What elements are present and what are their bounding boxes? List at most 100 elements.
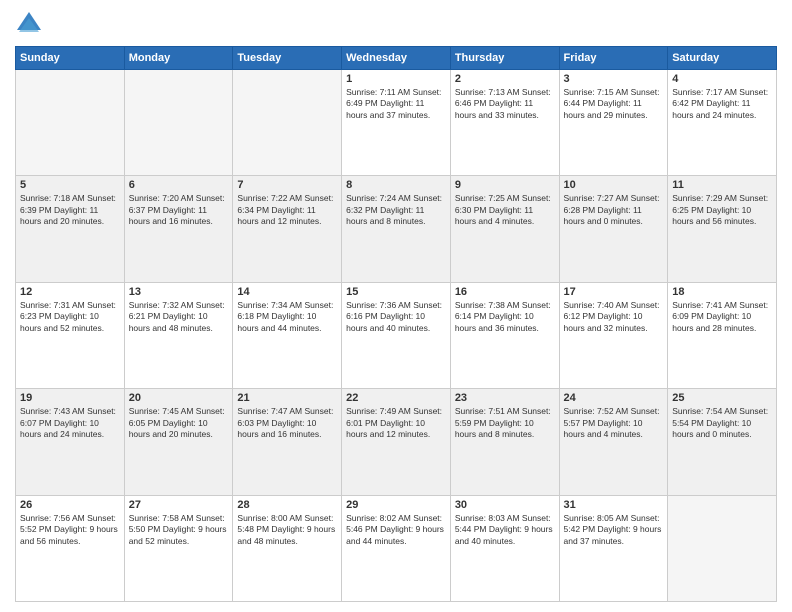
calendar-cell	[124, 70, 233, 176]
cell-info: Sunrise: 7:29 AM Sunset: 6:25 PM Dayligh…	[672, 193, 772, 227]
day-header-monday: Monday	[124, 47, 233, 70]
calendar-cell: 1 Sunrise: 7:11 AM Sunset: 6:49 PM Daylig…	[342, 70, 451, 176]
calendar-cell: 12Sunrise: 7:31 AM Sunset: 6:23 PM Dayli…	[16, 282, 125, 388]
calendar-week-4: 19 Sunrise: 7:43 AM Sunset: 6:07 PM Dayli…	[16, 389, 777, 495]
day-number: 19	[20, 392, 120, 404]
cell-info: Sunrise: 7:40 AM Sunset: 6:12 PM Dayligh…	[564, 300, 664, 334]
calendar-cell: 8 Sunrise: 7:24 AM Sunset: 6:32 PM Daylig…	[342, 176, 451, 282]
day-number: 12	[20, 286, 120, 298]
calendar-cell: 14 Sunrise: 7:34 AM Sunset: 6:18 PM Dayli…	[233, 282, 342, 388]
day-number: 8	[346, 179, 446, 191]
page: SundayMondayTuesdayWednesdayThursdayFrid…	[0, 0, 792, 612]
cell-info: Sunrise: 7:18 AM Sunset: 6:39 PM Dayligh…	[20, 193, 120, 227]
calendar-cell: 18 Sunrise: 7:41 AM Sunset: 6:09 PM Dayli…	[668, 282, 777, 388]
day-number: 7	[237, 179, 337, 191]
cell-info: Sunrise: 8:03 AM Sunset: 5:44 PM Dayligh…	[455, 513, 555, 547]
day-number: 29	[346, 499, 446, 511]
cell-info: Sunrise: 7:25 AM Sunset: 6:30 PM Dayligh…	[455, 193, 555, 227]
calendar-cell: 28 Sunrise: 8:00 AM Sunset: 5:48 PM Dayli…	[233, 495, 342, 601]
day-number: 3	[564, 73, 664, 85]
calendar-cell: 24Sunrise: 7:52 AM Sunset: 5:57 PM Dayli…	[559, 389, 668, 495]
calendar-cell: 6 Sunrise: 7:20 AM Sunset: 6:37 PM Daylig…	[124, 176, 233, 282]
calendar-cell: 13 Sunrise: 7:32 AM Sunset: 6:21 PM Dayli…	[124, 282, 233, 388]
day-header-tuesday: Tuesday	[233, 47, 342, 70]
calendar-cell: 29 Sunrise: 8:02 AM Sunset: 5:46 PM Dayli…	[342, 495, 451, 601]
calendar-table: SundayMondayTuesdayWednesdayThursdayFrid…	[15, 46, 777, 602]
cell-info: Sunrise: 7:32 AM Sunset: 6:21 PM Dayligh…	[129, 300, 229, 334]
calendar-cell: 27Sunrise: 7:58 AM Sunset: 5:50 PM Dayli…	[124, 495, 233, 601]
day-number: 21	[237, 392, 337, 404]
day-number: 27	[129, 499, 229, 511]
day-header-sunday: Sunday	[16, 47, 125, 70]
cell-info: Sunrise: 7:51 AM Sunset: 5:59 PM Dayligh…	[455, 406, 555, 440]
calendar-cell: 5 Sunrise: 7:18 AM Sunset: 6:39 PM Daylig…	[16, 176, 125, 282]
calendar-cell: 9 Sunrise: 7:25 AM Sunset: 6:30 PM Daylig…	[450, 176, 559, 282]
day-number: 1	[346, 73, 446, 85]
cell-info: Sunrise: 8:00 AM Sunset: 5:48 PM Dayligh…	[237, 513, 337, 547]
cell-info: Sunrise: 7:41 AM Sunset: 6:09 PM Dayligh…	[672, 300, 772, 334]
cell-info: Sunrise: 7:43 AM Sunset: 6:07 PM Dayligh…	[20, 406, 120, 440]
calendar-cell: 11 Sunrise: 7:29 AM Sunset: 6:25 PM Dayli…	[668, 176, 777, 282]
day-number: 25	[672, 392, 772, 404]
calendar-cell: 21Sunrise: 7:47 AM Sunset: 6:03 PM Dayli…	[233, 389, 342, 495]
day-number: 28	[237, 499, 337, 511]
day-header-friday: Friday	[559, 47, 668, 70]
logo	[15, 10, 47, 38]
cell-info: Sunrise: 7:49 AM Sunset: 6:01 PM Dayligh…	[346, 406, 446, 440]
calendar-cell	[233, 70, 342, 176]
day-number: 23	[455, 392, 555, 404]
day-number: 13	[129, 286, 229, 298]
calendar-cell: 26Sunrise: 7:56 AM Sunset: 5:52 PM Dayli…	[16, 495, 125, 601]
calendar-cell: 31 Sunrise: 8:05 AM Sunset: 5:42 PM Dayli…	[559, 495, 668, 601]
cell-info: Sunrise: 7:27 AM Sunset: 6:28 PM Dayligh…	[564, 193, 664, 227]
calendar-header-row: SundayMondayTuesdayWednesdayThursdayFrid…	[16, 47, 777, 70]
cell-info: Sunrise: 7:15 AM Sunset: 6:44 PM Dayligh…	[564, 87, 664, 121]
cell-info: Sunrise: 7:11 AM Sunset: 6:49 PM Dayligh…	[346, 87, 446, 121]
day-header-saturday: Saturday	[668, 47, 777, 70]
calendar-cell: 3 Sunrise: 7:15 AM Sunset: 6:44 PM Daylig…	[559, 70, 668, 176]
calendar-cell: 16Sunrise: 7:38 AM Sunset: 6:14 PM Dayli…	[450, 282, 559, 388]
calendar-week-5: 26Sunrise: 7:56 AM Sunset: 5:52 PM Dayli…	[16, 495, 777, 601]
cell-info: Sunrise: 7:54 AM Sunset: 5:54 PM Dayligh…	[672, 406, 772, 440]
calendar-cell: 7Sunrise: 7:22 AM Sunset: 6:34 PM Daylig…	[233, 176, 342, 282]
calendar-cell: 15 Sunrise: 7:36 AM Sunset: 6:16 PM Dayli…	[342, 282, 451, 388]
calendar-cell: 30Sunrise: 8:03 AM Sunset: 5:44 PM Dayli…	[450, 495, 559, 601]
day-number: 5	[20, 179, 120, 191]
cell-info: Sunrise: 7:20 AM Sunset: 6:37 PM Dayligh…	[129, 193, 229, 227]
calendar-cell: 25 Sunrise: 7:54 AM Sunset: 5:54 PM Dayli…	[668, 389, 777, 495]
calendar-week-1: 1 Sunrise: 7:11 AM Sunset: 6:49 PM Daylig…	[16, 70, 777, 176]
cell-info: Sunrise: 8:05 AM Sunset: 5:42 PM Dayligh…	[564, 513, 664, 547]
cell-info: Sunrise: 7:52 AM Sunset: 5:57 PM Dayligh…	[564, 406, 664, 440]
day-number: 10	[564, 179, 664, 191]
cell-info: Sunrise: 7:17 AM Sunset: 6:42 PM Dayligh…	[672, 87, 772, 121]
calendar-cell: 10 Sunrise: 7:27 AM Sunset: 6:28 PM Dayli…	[559, 176, 668, 282]
calendar-cell: 19 Sunrise: 7:43 AM Sunset: 6:07 PM Dayli…	[16, 389, 125, 495]
day-number: 22	[346, 392, 446, 404]
calendar-cell	[668, 495, 777, 601]
day-number: 9	[455, 179, 555, 191]
day-number: 18	[672, 286, 772, 298]
calendar-cell	[16, 70, 125, 176]
day-number: 15	[346, 286, 446, 298]
day-number: 16	[455, 286, 555, 298]
cell-info: Sunrise: 7:36 AM Sunset: 6:16 PM Dayligh…	[346, 300, 446, 334]
calendar-cell: 22 Sunrise: 7:49 AM Sunset: 6:01 PM Dayli…	[342, 389, 451, 495]
day-number: 31	[564, 499, 664, 511]
day-number: 20	[129, 392, 229, 404]
cell-info: Sunrise: 7:45 AM Sunset: 6:05 PM Dayligh…	[129, 406, 229, 440]
header	[15, 10, 777, 38]
calendar-week-3: 12Sunrise: 7:31 AM Sunset: 6:23 PM Dayli…	[16, 282, 777, 388]
calendar-cell: 4Sunrise: 7:17 AM Sunset: 6:42 PM Daylig…	[668, 70, 777, 176]
calendar-week-2: 5 Sunrise: 7:18 AM Sunset: 6:39 PM Daylig…	[16, 176, 777, 282]
day-number: 14	[237, 286, 337, 298]
calendar-cell: 20 Sunrise: 7:45 AM Sunset: 6:05 PM Dayli…	[124, 389, 233, 495]
day-header-wednesday: Wednesday	[342, 47, 451, 70]
cell-info: Sunrise: 8:02 AM Sunset: 5:46 PM Dayligh…	[346, 513, 446, 547]
day-number: 2	[455, 73, 555, 85]
day-number: 11	[672, 179, 772, 191]
calendar-cell: 17Sunrise: 7:40 AM Sunset: 6:12 PM Dayli…	[559, 282, 668, 388]
day-number: 6	[129, 179, 229, 191]
cell-info: Sunrise: 7:34 AM Sunset: 6:18 PM Dayligh…	[237, 300, 337, 334]
cell-info: Sunrise: 7:24 AM Sunset: 6:32 PM Dayligh…	[346, 193, 446, 227]
cell-info: Sunrise: 7:13 AM Sunset: 6:46 PM Dayligh…	[455, 87, 555, 121]
